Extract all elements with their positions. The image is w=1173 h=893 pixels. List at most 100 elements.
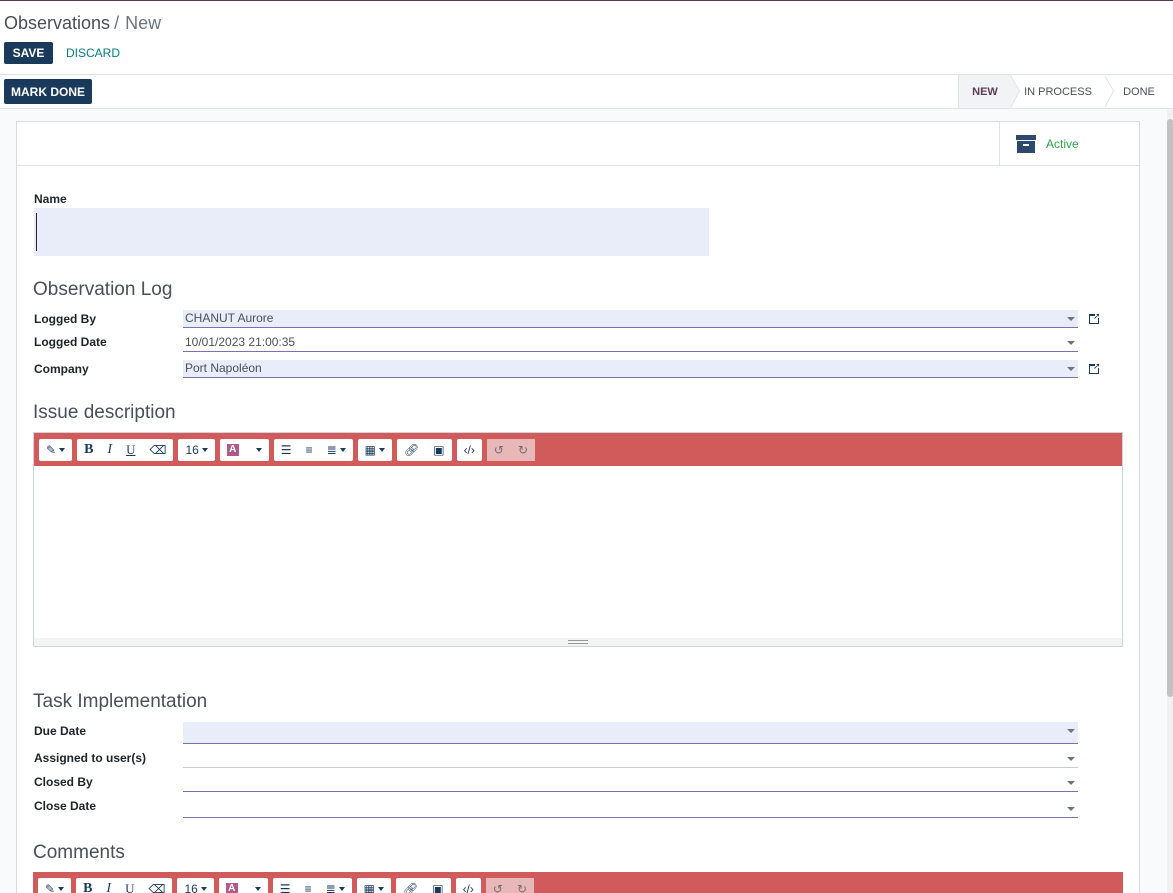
font-size-button[interactable]: 16 [177, 878, 213, 893]
style-button[interactable]: ✎ [38, 878, 71, 893]
name-label: Name [34, 192, 67, 206]
magic-wand-icon: ✎ [45, 881, 56, 893]
bold-button[interactable]: B [77, 439, 100, 461]
italic-button[interactable]: I [100, 439, 119, 461]
observation-log-title: Observation Log [33, 279, 173, 300]
underline-button[interactable]: U [118, 878, 141, 893]
undo-button[interactable]: ↺ [485, 877, 510, 893]
scrollbar-thumb[interactable] [1167, 119, 1173, 697]
close-date-label: Close Date [34, 799, 97, 813]
issue-description-editor[interactable]: ✎ B I U ⌫ 16 A ☰ ≡ ≣ ▦ 🔗︎ ▣ ‹/› ↺ ↻ [33, 432, 1123, 647]
image-icon: ▣ [433, 442, 445, 457]
image-button[interactable]: ▣ [426, 439, 451, 461]
code-icon: ‹/› [462, 881, 474, 893]
font-color-icon: A [225, 882, 238, 893]
redo-button[interactable]: ↻ [509, 877, 535, 893]
chevron-down-icon[interactable] [1067, 341, 1075, 345]
chevron-down-icon[interactable] [1067, 729, 1075, 733]
form-sheet: Active Name Observation Log Logged By CH… [16, 121, 1140, 893]
bold-button[interactable]: B [76, 878, 99, 893]
external-link-icon[interactable]: ➚ [1089, 312, 1101, 324]
stage-done[interactable]: DONE [1105, 75, 1173, 108]
eraser-button[interactable]: ⌫ [141, 878, 172, 893]
style-button[interactable]: ✎ [39, 439, 72, 461]
button-box: Active [17, 122, 1139, 166]
bullet-list-button[interactable]: ☰ [274, 439, 299, 461]
redo-button[interactable]: ↻ [510, 438, 536, 461]
numbered-list-icon: ≡ [304, 881, 312, 893]
align-left-icon: ≣ [325, 881, 336, 893]
comments-editor[interactable]: ✎ B I U ⌫ 16 A ☰ ≡ ≣ ▦ 🔗︎ ▣ ‹/› ↺ ↻ [33, 872, 1123, 893]
eraser-button[interactable]: ⌫ [142, 439, 173, 461]
table-button[interactable]: ▦ [358, 439, 392, 461]
link-icon: 🔗︎ [403, 442, 420, 457]
undo-button[interactable]: ↺ [486, 438, 511, 461]
statusbar: MARK DONE NEW IN PROCESS DONE [0, 75, 1173, 109]
stage-new[interactable]: NEW [959, 75, 1020, 108]
close-date-field[interactable] [183, 800, 1078, 818]
assigned-users-label: Assigned to user(s) [34, 751, 147, 765]
editor-resize-handle[interactable] [34, 638, 1122, 646]
chevron-down-icon[interactable] [1067, 781, 1075, 785]
chevron-down-icon[interactable] [1067, 367, 1075, 371]
assigned-users-field[interactable] [183, 750, 1078, 768]
closed-by-field[interactable] [183, 774, 1078, 792]
company-value: Port Napoléon [185, 361, 262, 375]
italic-button[interactable]: I [99, 878, 118, 893]
active-toggle-button[interactable]: Active [999, 122, 1139, 166]
chevron-down-icon[interactable] [1067, 757, 1075, 761]
due-date-field[interactable] [183, 722, 1078, 744]
bullet-list-icon: ☰ [280, 442, 292, 457]
logged-by-value: CHANUT Aurore [185, 311, 274, 325]
eraser-icon: ⌫ [148, 881, 166, 893]
numbered-list-button[interactable]: ≡ [299, 439, 320, 461]
table-icon: ▦ [363, 881, 375, 893]
chevron-down-icon[interactable] [1067, 317, 1075, 321]
stage-done-label: DONE [1123, 85, 1155, 98]
paragraph-button[interactable]: ≣ [320, 439, 353, 461]
font-color-button[interactable]: A [219, 878, 245, 893]
code-view-button[interactable]: ‹/› [457, 439, 482, 461]
code-view-button[interactable]: ‹/› [456, 878, 481, 893]
external-link-icon[interactable]: ➚ [1089, 362, 1101, 374]
stage-new-label: NEW [972, 85, 998, 98]
table-icon: ▦ [364, 442, 376, 457]
image-button[interactable]: ▣ [425, 878, 450, 893]
font-size-button[interactable]: 16 [178, 439, 214, 461]
image-icon: ▣ [432, 881, 444, 893]
task-implementation-title: Task Implementation [33, 691, 208, 712]
bullet-list-icon: ☰ [279, 881, 291, 893]
paragraph-button[interactable]: ≣ [319, 878, 352, 893]
mark-done-button[interactable]: MARK DONE [4, 79, 92, 104]
bullet-list-button[interactable]: ☰ [273, 878, 298, 893]
link-button[interactable]: 🔗︎ [396, 878, 425, 893]
chevron-down-icon[interactable] [1067, 807, 1075, 811]
comments-editor-toolbar: ✎ B I U ⌫ 16 A ☰ ≡ ≣ ▦ 🔗︎ ▣ ‹/› ↺ ↻ [33, 872, 1123, 893]
logged-by-field[interactable]: CHANUT Aurore [183, 310, 1078, 328]
discard-button[interactable]: DISCARD [60, 42, 126, 64]
link-button[interactable]: 🔗︎ [397, 439, 426, 461]
link-icon: 🔗︎ [402, 881, 419, 893]
name-input[interactable] [34, 208, 709, 256]
company-field[interactable]: Port Napoléon [183, 360, 1078, 378]
numbered-list-icon: ≡ [305, 442, 313, 457]
control-panel: Observations / New SAVE DISCARD [0, 1, 1173, 75]
editor-content-area[interactable] [34, 466, 1122, 646]
stage-in-process[interactable]: IN PROCESS [1011, 75, 1114, 108]
align-left-icon: ≣ [326, 442, 337, 457]
numbered-list-button[interactable]: ≡ [298, 878, 319, 893]
color-dropdown[interactable] [245, 878, 268, 893]
color-dropdown[interactable] [246, 439, 269, 461]
stage-pipeline: NEW IN PROCESS DONE [958, 75, 1173, 108]
stage-in-process-label: IN PROCESS [1024, 85, 1092, 98]
font-size-value: 16 [185, 442, 199, 457]
table-button[interactable]: ▦ [357, 878, 391, 893]
active-label: Active [1046, 137, 1079, 151]
font-color-button[interactable]: A [220, 439, 246, 461]
page-scrollbar[interactable] [1167, 109, 1173, 893]
save-button[interactable]: SAVE [4, 42, 53, 64]
breadcrumb-current: New [125, 13, 162, 33]
logged-date-field[interactable]: 10/01/2023 21:00:35 [183, 334, 1078, 352]
underline-button[interactable]: U [119, 439, 142, 461]
breadcrumb-parent[interactable]: Observations [4, 13, 110, 33]
